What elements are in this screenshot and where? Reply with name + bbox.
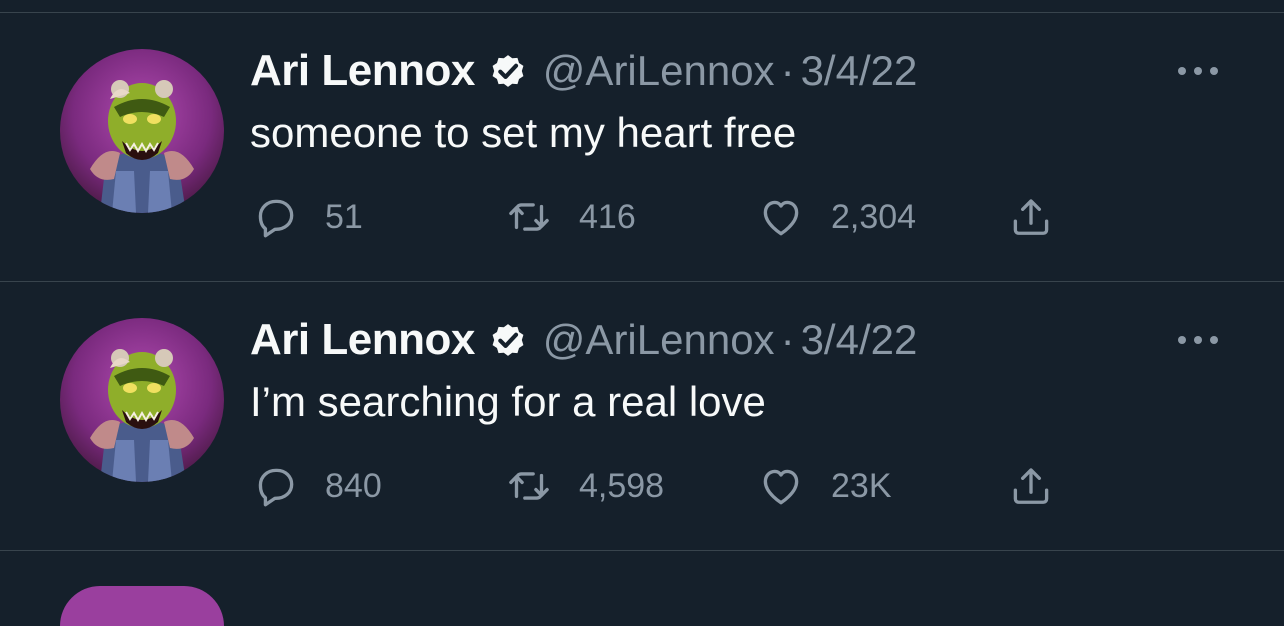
tweet-header: Ari Lennox @AriLennox · 3/4/22 (250, 41, 917, 101)
more-options-icon[interactable] (1174, 330, 1222, 350)
tweet-text: someone to set my heart free (250, 109, 797, 156)
handle[interactable]: @AriLennox (543, 47, 775, 95)
retweet-button[interactable]: 4,598 (504, 461, 664, 511)
retweet-count: 416 (579, 197, 636, 236)
tweet-date[interactable]: 3/4/22 (801, 47, 918, 95)
display-name[interactable]: Ari Lennox (250, 315, 475, 365)
separator-dot: · (780, 47, 795, 94)
share-icon (1013, 468, 1049, 504)
avatar[interactable] (60, 318, 224, 482)
like-count: 23K (831, 466, 892, 505)
reply-icon (258, 199, 294, 238)
share-button[interactable] (1006, 461, 1056, 511)
display-name[interactable]: Ari Lennox (250, 46, 475, 96)
verified-badge-icon (492, 55, 524, 87)
next-tweet-avatar (60, 586, 224, 626)
share-icon (1013, 199, 1049, 235)
tweet-header: Ari Lennox @AriLennox · 3/4/22 (250, 310, 917, 370)
retweet-button[interactable]: 416 (504, 192, 636, 242)
avatar[interactable] (60, 49, 224, 213)
separator-dot: · (780, 316, 795, 363)
more-options-icon[interactable] (1174, 61, 1222, 81)
heart-icon (763, 469, 799, 505)
like-button[interactable]: 23K (756, 461, 892, 511)
tweet[interactable]: Ari Lennox @AriLennox · 3/4/22 I’m searc… (0, 282, 1284, 550)
tweet-text: I’m searching for a real love (250, 378, 766, 425)
handle[interactable]: @AriLennox (543, 316, 775, 364)
retweet-count: 4,598 (579, 466, 665, 505)
tweet-date[interactable]: 3/4/22 (801, 316, 918, 364)
reply-icon (258, 468, 294, 507)
reply-count: 51 (325, 197, 363, 236)
reply-count: 840 (325, 466, 382, 505)
reply-button[interactable]: 51 (250, 192, 363, 242)
tweet-actions: 840 4,598 23K (250, 461, 1070, 511)
share-button[interactable] (1006, 192, 1056, 242)
retweet-icon (509, 203, 549, 231)
verified-badge-icon (492, 324, 524, 356)
tweet[interactable]: Ari Lennox @AriLennox · 3/4/22 someone t… (0, 13, 1284, 281)
retweet-icon (509, 472, 549, 500)
reply-button[interactable]: 840 (250, 461, 382, 511)
like-button[interactable]: 2,304 (756, 192, 916, 242)
heart-icon (763, 200, 799, 236)
like-count: 2,304 (831, 197, 917, 236)
tweet-actions: 51 416 2,304 (250, 192, 1070, 242)
timeline: Ari Lennox @AriLennox · 3/4/22 someone t… (0, 0, 1284, 626)
divider (0, 550, 1284, 551)
